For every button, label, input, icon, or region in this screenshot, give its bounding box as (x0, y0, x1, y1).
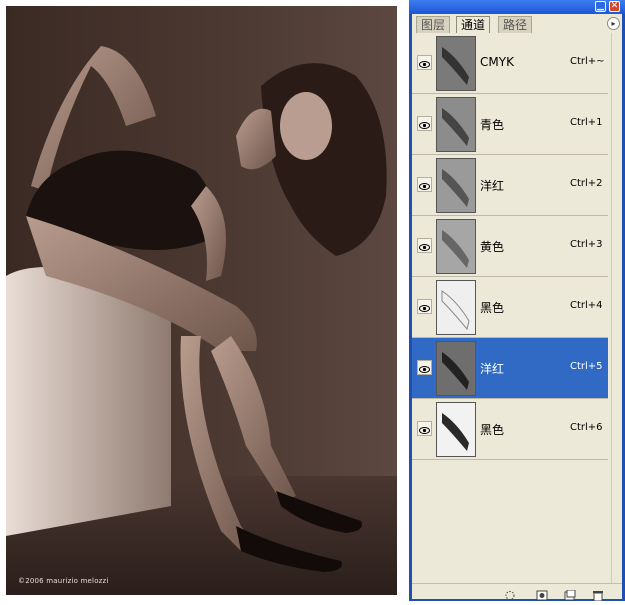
channel-thumbnail (436, 219, 476, 274)
channel-shortcut: Ctrl+1 (570, 117, 603, 128)
palette-scrollbar[interactable] (611, 33, 622, 583)
channels-palette: ▁ ✕ 图层 通道 路径 ▸ CMYK Ctrl+~ 青色 Ctrl+1 洋红 … (409, 0, 625, 602)
channel-thumbnail (436, 97, 476, 152)
channel-shortcut: Ctrl+6 (570, 422, 603, 433)
channel-name: CMYK (480, 55, 514, 69)
channel-row-cmyk[interactable]: CMYK Ctrl+~ (412, 33, 608, 94)
channel-name: 黑色 (480, 423, 505, 437)
channel-row-magenta[interactable]: 洋红 Ctrl+2 (412, 155, 608, 216)
document-canvas[interactable]: ©2006 maurizio melozzi (0, 0, 403, 601)
channel-row-black[interactable]: 黑色 Ctrl+4 (412, 277, 608, 338)
visibility-eye-icon[interactable] (417, 116, 432, 131)
photo-image: ©2006 maurizio melozzi (6, 6, 397, 595)
channel-thumbnail (436, 402, 476, 457)
tab-paths[interactable]: 路径 (498, 16, 533, 33)
photo-copyright-text: ©2006 maurizio melozzi (18, 577, 109, 585)
channel-name: 青色 (480, 118, 505, 132)
channel-thumbnail (436, 158, 476, 213)
channel-thumbnail (436, 280, 476, 335)
channel-thumbnail (436, 36, 476, 91)
channel-name: 洋红 (480, 179, 505, 193)
visibility-eye-icon[interactable] (417, 55, 432, 70)
visibility-eye-icon[interactable] (417, 177, 432, 192)
channel-shortcut: Ctrl+5 (570, 361, 603, 372)
minimize-icon[interactable]: ▁ (595, 1, 606, 12)
channel-thumbnail (436, 341, 476, 396)
visibility-eye-icon[interactable] (417, 360, 432, 375)
load-selection-icon[interactable] (504, 586, 516, 600)
palette-menu-icon[interactable]: ▸ (607, 17, 620, 30)
palette-title-bar[interactable]: ▁ ✕ (409, 0, 625, 14)
channel-name: 洋红 (480, 362, 505, 376)
close-icon[interactable]: ✕ (609, 1, 620, 12)
channel-row-cyan[interactable]: 青色 Ctrl+1 (412, 94, 608, 155)
palette-footer (412, 583, 622, 602)
palette-tab-row: 图层 通道 路径 ▸ (412, 14, 622, 33)
channel-row-magenta-copy[interactable]: 洋红 Ctrl+5 (412, 338, 608, 399)
channel-row-yellow[interactable]: 黄色 Ctrl+3 (412, 216, 608, 277)
tab-channels[interactable]: 通道 (456, 16, 491, 33)
photo-figure (6, 6, 397, 595)
visibility-eye-icon[interactable] (417, 299, 432, 314)
channel-shortcut: Ctrl+4 (570, 300, 603, 311)
save-selection-icon[interactable] (536, 586, 548, 601)
channel-list: CMYK Ctrl+~ 青色 Ctrl+1 洋红 Ctrl+2 黄色 Ctrl+… (412, 33, 622, 583)
channel-shortcut: Ctrl+2 (570, 178, 603, 189)
delete-channel-icon[interactable] (592, 586, 604, 602)
channel-name: 黑色 (480, 301, 505, 315)
tab-layers[interactable]: 图层 (416, 16, 451, 33)
new-channel-icon[interactable] (564, 586, 576, 601)
channel-shortcut: Ctrl+~ (570, 56, 605, 67)
channel-name: 黄色 (480, 240, 505, 254)
channel-row-black-copy[interactable]: 黑色 Ctrl+6 (412, 399, 608, 460)
visibility-eye-icon[interactable] (417, 238, 432, 253)
channel-shortcut: Ctrl+3 (570, 239, 603, 250)
visibility-eye-icon[interactable] (417, 421, 432, 436)
